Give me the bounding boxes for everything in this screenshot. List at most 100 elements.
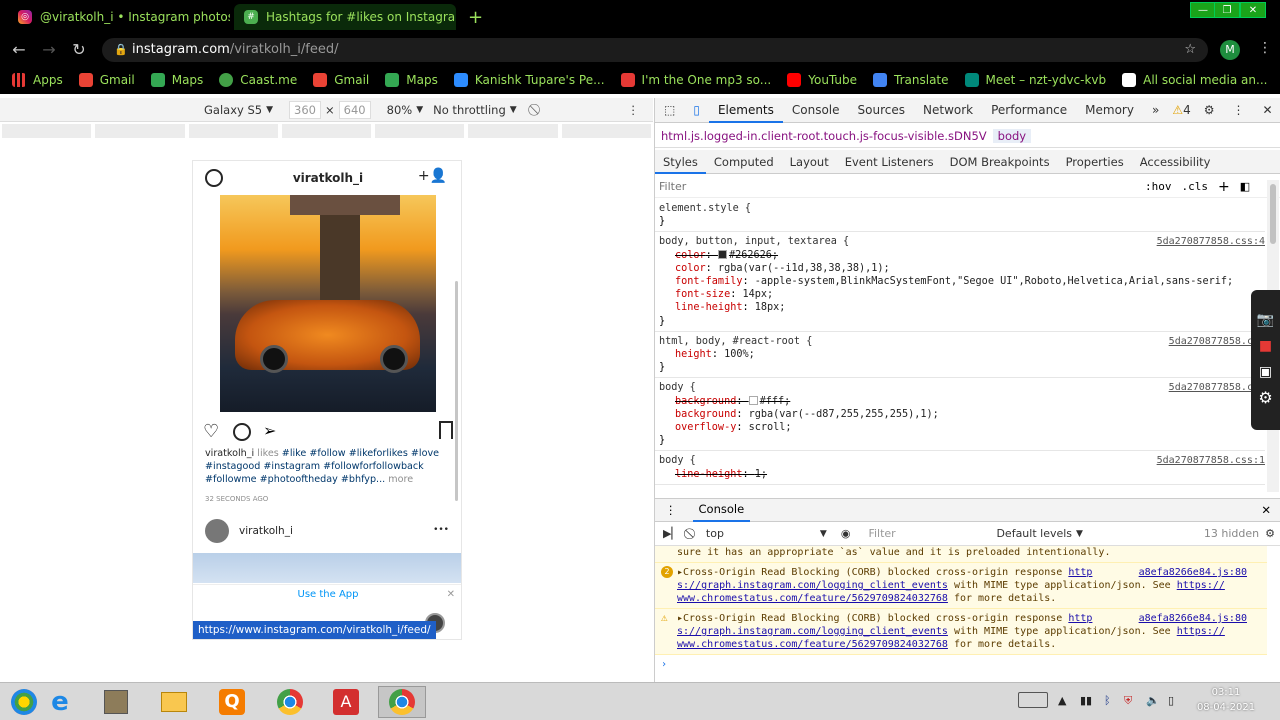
inspect-icon[interactable]: ⬚ xyxy=(655,98,684,123)
color-swatch[interactable] xyxy=(717,249,727,259)
drawer-tab-console[interactable]: Console xyxy=(692,498,751,522)
prop-value[interactable]: #fff; xyxy=(760,396,791,407)
bookmark-gmail-2[interactable]: Gmail xyxy=(313,73,369,87)
bookmark-caast[interactable]: Caast.me xyxy=(219,73,297,87)
breadcrumb-body[interactable]: body xyxy=(992,128,1032,143)
video-icon[interactable]: ■ xyxy=(1251,338,1280,354)
log-levels-select[interactable]: Default levels xyxy=(996,527,1072,540)
device-toggle-icon[interactable]: ▯ xyxy=(684,98,709,123)
profile-avatar[interactable]: M xyxy=(1220,40,1240,60)
prop-name[interactable]: color xyxy=(675,263,706,274)
hashtags-line-3[interactable]: #followme #photooftheday #bhfyp... xyxy=(205,474,385,485)
use-app-banner[interactable]: Use the App ✕ xyxy=(193,584,461,604)
prop-name[interactable]: color xyxy=(675,250,706,261)
subtab-event-listeners[interactable]: Event Listeners xyxy=(837,150,942,174)
explorer-icon[interactable] xyxy=(150,686,198,718)
chrome-icon[interactable] xyxy=(266,686,314,718)
network-icon[interactable]: ▮▮ xyxy=(1080,694,1092,707)
eye-icon[interactable]: ◉ xyxy=(841,527,851,540)
tools-icon[interactable] xyxy=(92,686,140,718)
address-bar[interactable]: 🔒 instagram.com/viratkolh_i/feed/ ☆ xyxy=(102,38,1208,62)
prop-value[interactable]: #262626; xyxy=(729,250,778,261)
prop-name[interactable]: background xyxy=(675,396,736,407)
console-filter-input[interactable]: Filter xyxy=(868,527,996,540)
prop-name[interactable]: line-height xyxy=(675,302,742,313)
hashtags-line-2[interactable]: #instagood #instagram #followforfollowba… xyxy=(205,461,424,472)
prop-name[interactable]: font-family xyxy=(675,276,742,287)
next-post-username[interactable]: viratkolh_i xyxy=(239,525,293,537)
reload-icon[interactable]: ↻ xyxy=(68,40,90,59)
camera-icon[interactable]: 📷 xyxy=(1251,312,1280,328)
subtab-computed[interactable]: Computed xyxy=(706,150,782,174)
security-icon[interactable]: ⛨ xyxy=(1124,694,1132,708)
post-image[interactable] xyxy=(220,195,436,412)
bookmark-apps[interactable]: Apps xyxy=(12,73,63,87)
height-input[interactable]: 640 xyxy=(338,100,371,119)
gear-icon[interactable]: ⚙ xyxy=(1195,98,1224,123)
prop-name[interactable]: line-height xyxy=(675,469,742,480)
close-window-button[interactable]: ✕ xyxy=(1240,2,1266,18)
bookmark-youtube[interactable]: YouTube xyxy=(787,73,857,87)
minimize-button[interactable]: — xyxy=(1190,2,1216,18)
rule-selector[interactable]: element.style { xyxy=(659,202,1261,215)
next-post-image[interactable] xyxy=(193,553,461,583)
styles-filter-input[interactable] xyxy=(659,180,1129,193)
subtab-layout[interactable]: Layout xyxy=(782,150,837,174)
heart-icon[interactable]: ♡ xyxy=(203,421,219,442)
throttle-select[interactable]: No throttling xyxy=(433,103,506,117)
show-hidden-icon[interactable]: ▲ xyxy=(1058,694,1066,707)
drawer-menu-icon[interactable]: ⋮ xyxy=(665,503,677,517)
add-rule-icon[interactable]: + xyxy=(1218,179,1230,195)
clock[interactable]: 03:11 08-04-2021 xyxy=(1196,687,1256,713)
use-app-link[interactable]: Use the App xyxy=(298,589,359,600)
scrollbar[interactable] xyxy=(455,281,458,501)
tab-hashtags[interactable]: # Hashtags for #likes on Instagram ✕ xyxy=(234,4,456,30)
device-select[interactable]: Galaxy S5 xyxy=(204,103,262,117)
maximize-button[interactable]: ❐ xyxy=(1214,2,1240,18)
console-settings-icon[interactable]: ⚙ xyxy=(1265,527,1275,540)
gallery-icon[interactable]: ▣ xyxy=(1251,364,1280,380)
console-prompt[interactable]: › xyxy=(655,655,1267,674)
bookmark-kanishk[interactable]: Kanishk Tupare's Pe... xyxy=(453,73,605,87)
avatar[interactable] xyxy=(205,519,229,543)
menu-icon[interactable]: ⋮ xyxy=(1258,40,1272,56)
back-icon[interactable]: ← xyxy=(8,40,30,59)
sidebar-icon[interactable]: ▶▏ xyxy=(663,527,680,540)
bookmark-gmail[interactable]: Gmail xyxy=(78,73,135,87)
warning-icon[interactable]: ⚠4 xyxy=(1168,98,1194,123)
message-source-link[interactable]: a8efa8266e84.js:80 xyxy=(1139,566,1247,579)
new-tab-button[interactable]: + xyxy=(468,7,483,28)
prop-name[interactable]: font-size xyxy=(675,289,730,300)
quick-heal-icon[interactable]: Q xyxy=(208,686,256,718)
console-message[interactable]: 2 a8efa8266e84.js:80 ▸Cross-Origin Read … xyxy=(655,563,1267,609)
breadcrumb-html[interactable]: html.js.logged-in.client-root.touch.js-f… xyxy=(661,129,987,143)
cls-toggle[interactable]: .cls xyxy=(1182,180,1209,193)
color-swatch[interactable] xyxy=(748,395,758,405)
comment-icon[interactable] xyxy=(233,423,251,441)
prop-name[interactable]: height xyxy=(675,349,712,360)
chrome-active-icon[interactable] xyxy=(378,686,426,718)
rule-source-link[interactable]: 5da270877858.css:4 xyxy=(1157,235,1265,248)
bookmark-maps[interactable]: Maps xyxy=(150,73,203,87)
gear-icon[interactable]: ⚙ xyxy=(1251,388,1280,407)
settings-icon[interactable] xyxy=(205,169,223,187)
prop-value[interactable]: scroll; xyxy=(749,422,792,433)
subtab-properties[interactable]: Properties xyxy=(1058,150,1132,174)
prop-value[interactable]: 18px; xyxy=(755,302,786,313)
post-options-icon[interactable]: ••• xyxy=(433,525,449,535)
tab-network[interactable]: Network xyxy=(914,98,982,123)
bookmark-maps-2[interactable]: Maps xyxy=(385,73,438,87)
add-user-icon[interactable]: +👤 xyxy=(418,168,447,184)
prop-value[interactable]: 14px; xyxy=(742,289,773,300)
bookmark-social[interactable]: All social media an... xyxy=(1122,73,1267,87)
close-drawer-icon[interactable]: ✕ xyxy=(1261,503,1271,517)
close-devtools-icon[interactable]: ✕ xyxy=(1253,98,1280,123)
hov-toggle[interactable]: :hov xyxy=(1145,180,1172,193)
prop-value[interactable]: 1; xyxy=(755,469,767,480)
bookmark-star-icon[interactable]: ☆ xyxy=(1184,38,1196,62)
tab-elements[interactable]: Elements xyxy=(708,98,783,123)
subtab-styles[interactable]: Styles xyxy=(655,150,706,174)
message-source-link[interactable]: a8efa8266e84.js:80 xyxy=(1139,612,1247,625)
power-icon[interactable]: ▯ xyxy=(1168,694,1174,707)
context-select[interactable]: top xyxy=(706,527,820,540)
